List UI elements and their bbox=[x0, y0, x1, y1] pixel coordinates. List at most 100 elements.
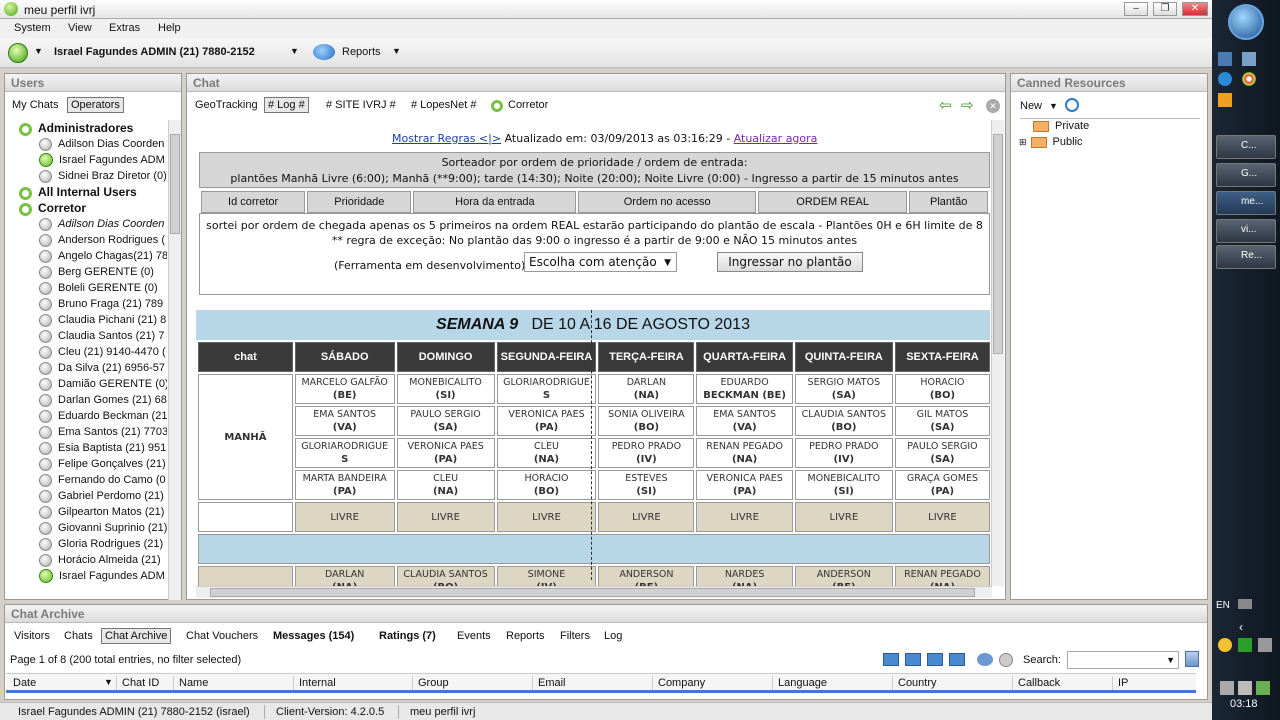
archive-column-header[interactable]: IP bbox=[1118, 677, 1128, 689]
operator-item[interactable]: Felipe Gonçalves (21) bbox=[39, 456, 166, 472]
operator-item[interactable]: Da Silva (21) 6956-57 bbox=[39, 360, 165, 376]
users-scrollbar[interactable] bbox=[168, 120, 181, 600]
settings-icon[interactable] bbox=[999, 653, 1013, 667]
chat-hscrollbar[interactable] bbox=[196, 586, 992, 598]
chevron-down-icon[interactable]: ▼ bbox=[34, 46, 43, 56]
scroll-thumb[interactable] bbox=[993, 134, 1003, 354]
operator-item[interactable]: Darlan Gomes (21) 68 bbox=[39, 392, 167, 408]
close-tab-icon[interactable]: ✕ bbox=[986, 99, 1000, 113]
chrome-icon[interactable] bbox=[1242, 72, 1256, 86]
first-page-icon[interactable] bbox=[883, 653, 899, 666]
chevron-down-icon[interactable]: ▼ bbox=[1166, 655, 1175, 665]
archive-column-header[interactable]: Date bbox=[13, 677, 36, 689]
user-status-label[interactable]: Israel Fagundes ADMIN (21) 7880-2152 bbox=[54, 46, 255, 58]
archive-tab[interactable]: Reports bbox=[503, 629, 548, 643]
taskbar-item-5[interactable]: Re... bbox=[1216, 245, 1276, 269]
tab-geotracking[interactable]: GeoTracking bbox=[192, 98, 261, 112]
archive-tab[interactable]: Ratings (7) bbox=[376, 629, 439, 643]
operator-item[interactable]: Eduardo Beckman (21 bbox=[39, 408, 167, 424]
tray-icon[interactable] bbox=[1218, 638, 1232, 652]
join-shift-button[interactable]: Ingressar no plantão bbox=[717, 252, 863, 272]
operator-item[interactable]: Claudia Pichani (21) 8 bbox=[39, 312, 166, 328]
next-page-icon[interactable] bbox=[927, 653, 943, 666]
trash-icon[interactable] bbox=[1185, 651, 1199, 667]
tab-corretor[interactable]: Corretor bbox=[505, 98, 551, 112]
new-button[interactable]: New bbox=[1020, 100, 1042, 112]
status-icon[interactable] bbox=[8, 43, 28, 63]
media-icon[interactable] bbox=[1218, 93, 1232, 107]
volume-icon[interactable] bbox=[1238, 681, 1252, 695]
search-input[interactable]: ▼ bbox=[1067, 651, 1179, 669]
taskbar-item-3[interactable]: me... bbox=[1216, 191, 1276, 215]
archive-tab[interactable]: Chats bbox=[61, 629, 96, 643]
network-icon[interactable] bbox=[1220, 681, 1234, 695]
archive-tab[interactable]: Chat Archive bbox=[101, 628, 172, 644]
archive-tab[interactable]: Log bbox=[601, 629, 625, 643]
chevron-down-icon[interactable]: ▼ bbox=[1049, 101, 1058, 111]
archive-tab[interactable]: Events bbox=[454, 629, 494, 643]
operator-item[interactable]: Anderson Rodrigues ( bbox=[39, 232, 165, 248]
show-rules-link[interactable]: Mostrar Regras <|> bbox=[392, 132, 501, 145]
chat-vscrollbar[interactable] bbox=[991, 120, 1004, 586]
operator-item[interactable]: Gilpearton Matos (21) bbox=[39, 504, 164, 520]
tab-lopesnet[interactable]: # LopesNet # bbox=[408, 98, 479, 112]
archive-tab[interactable]: Filters bbox=[557, 629, 593, 643]
operator-item[interactable]: Ema Santos (21) 7703 bbox=[39, 424, 167, 440]
archive-tab[interactable]: Visitors bbox=[11, 629, 53, 643]
archive-column-header[interactable]: Country bbox=[898, 677, 937, 689]
archive-column-header[interactable]: Name bbox=[179, 677, 208, 689]
prev-page-icon[interactable] bbox=[905, 653, 921, 666]
operator-item[interactable]: Berg GERENTE (0) bbox=[39, 264, 154, 280]
start-button[interactable] bbox=[1228, 4, 1264, 40]
taskbar-item-1[interactable]: C... bbox=[1216, 135, 1276, 159]
last-page-icon[interactable] bbox=[949, 653, 965, 666]
canned-item-public[interactable]: ⊞ Public bbox=[1019, 136, 1083, 148]
arrow-right-icon[interactable]: ⇨ bbox=[961, 96, 974, 114]
language-indicator[interactable]: EN bbox=[1216, 600, 1230, 611]
operator-item[interactable]: Damião GERENTE (0) bbox=[39, 376, 167, 392]
chevron-down-icon[interactable]: ▼ bbox=[392, 46, 401, 56]
operator-item[interactable]: Cleu (21) 9140-4470 ( bbox=[39, 344, 166, 360]
arrow-left-icon[interactable]: ⇦ bbox=[939, 96, 952, 114]
archive-column-header[interactable]: Group bbox=[418, 677, 449, 689]
power-icon[interactable] bbox=[1256, 681, 1270, 695]
keyboard-icon[interactable] bbox=[1238, 599, 1252, 609]
taskbar-item-4[interactable]: vi... bbox=[1216, 219, 1276, 243]
sort-icon[interactable]: ▼ bbox=[104, 677, 113, 687]
shift-select[interactable]: Escolha com atenção ▼ bbox=[524, 252, 677, 272]
desktop-icon[interactable] bbox=[1218, 52, 1232, 66]
group-all-internal[interactable]: All Internal Users bbox=[19, 184, 137, 200]
group-administradores[interactable]: Administradores bbox=[19, 120, 133, 136]
operator-item[interactable]: Horácio Almeida (21) bbox=[39, 552, 161, 568]
menu-help[interactable]: Help bbox=[158, 22, 181, 34]
archive-column-header[interactable]: Company bbox=[658, 677, 705, 689]
archive-column-header[interactable]: Chat ID bbox=[122, 677, 159, 689]
operator-item[interactable]: Claudia Santos (21) 7 bbox=[39, 328, 164, 344]
maximize-button[interactable]: ❐ bbox=[1153, 2, 1177, 16]
tray-icon[interactable] bbox=[1258, 638, 1272, 652]
operator-item[interactable]: Giovanni Suprinio (21) bbox=[39, 520, 167, 536]
update-now-link[interactable]: Atualizar agora bbox=[734, 132, 818, 145]
minimize-button[interactable]: – bbox=[1124, 2, 1148, 16]
operator-item[interactable]: Israel Fagundes ADM bbox=[39, 152, 165, 168]
chevron-down-icon[interactable]: ▼ bbox=[290, 46, 299, 56]
switch-windows-icon[interactable] bbox=[1242, 52, 1256, 66]
archive-tab[interactable]: Chat Vouchers bbox=[183, 629, 261, 643]
operator-item[interactable]: Sidnei Braz Diretor (0) bbox=[39, 168, 167, 184]
tab-site-ivrj[interactable]: # SITE IVRJ # bbox=[323, 98, 399, 112]
archive-column-header[interactable]: Language bbox=[778, 677, 827, 689]
operator-item[interactable]: Esia Baptista (21) 951 bbox=[39, 440, 166, 456]
operator-item[interactable]: Adilson Dias Coorden bbox=[39, 216, 164, 232]
archive-column-header[interactable]: Internal bbox=[299, 677, 336, 689]
menu-view[interactable]: View bbox=[68, 22, 92, 34]
refresh-icon[interactable] bbox=[977, 653, 993, 666]
tab-log[interactable]: # Log # bbox=[264, 97, 309, 113]
operator-item[interactable]: Gabriel Perdomo (21) bbox=[39, 488, 164, 504]
canned-item-private[interactable]: Private bbox=[1033, 120, 1089, 132]
operator-item[interactable]: Boleli GERENTE (0) bbox=[39, 280, 158, 296]
taskbar-item-2[interactable]: G... bbox=[1216, 163, 1276, 187]
close-button[interactable]: ✕ bbox=[1182, 2, 1208, 16]
menu-extras[interactable]: Extras bbox=[109, 22, 140, 34]
group-corretor[interactable]: Corretor bbox=[19, 200, 86, 216]
archive-tab[interactable]: Messages (154) bbox=[270, 629, 357, 643]
